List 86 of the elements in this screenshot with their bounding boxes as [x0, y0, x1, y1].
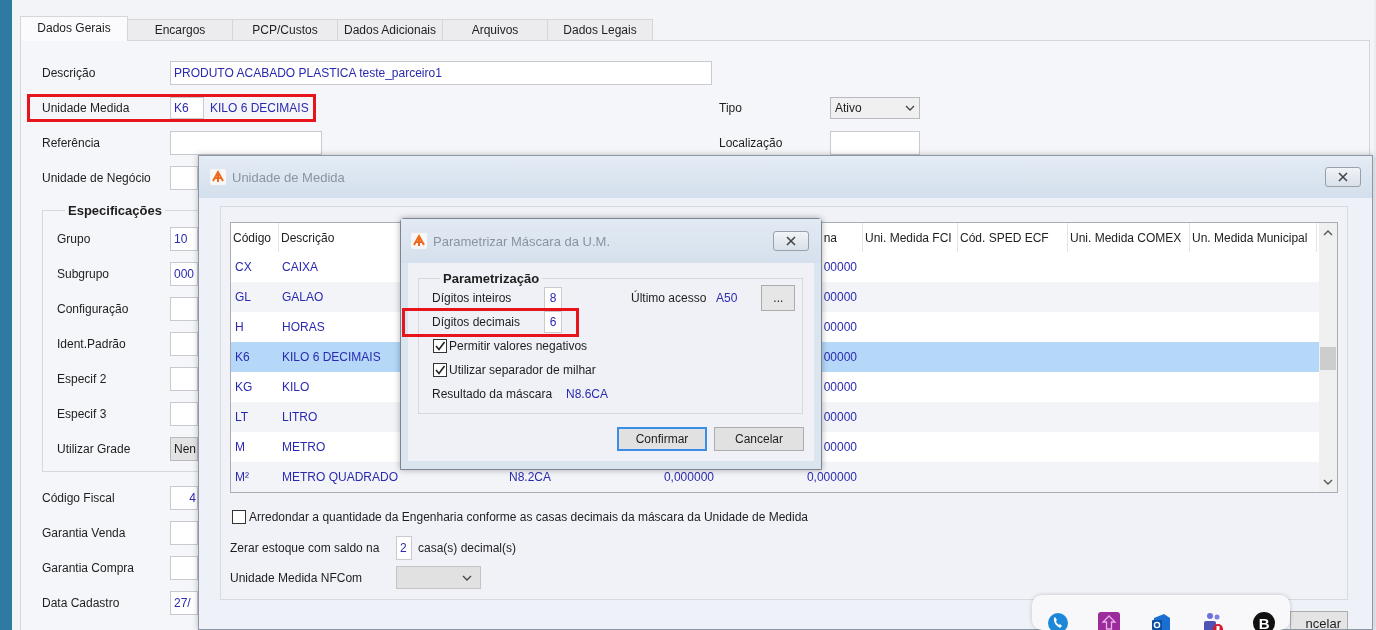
input-field[interactable]: 4: [170, 485, 198, 510]
field-label: Especif 2: [57, 371, 108, 386]
dialog-button[interactable]: Cancelar: [714, 427, 804, 451]
group-title: Parametrização: [442, 271, 541, 286]
table-cell[interactable]: H: [235, 320, 244, 334]
table-cell[interactable]: GALAO: [282, 290, 324, 304]
input-field[interactable]: 8: [544, 287, 562, 309]
table-cell[interactable]: 00000: [823, 320, 857, 334]
column-header[interactable]: Uni. Medida FCI: [863, 223, 958, 252]
field-label: Unidade de Negócio: [42, 170, 152, 185]
tab[interactable]: Dados Legais: [547, 19, 653, 40]
tab[interactable]: Arquivos: [442, 19, 548, 40]
input-field[interactable]: 6: [544, 311, 562, 333]
checkbox-label: Arredondar a quantidade da Engenharia conforme as casas decimais da máscara da Unidade de Medida: [249, 510, 808, 524]
column-header[interactable]: Un. Medida Municipal: [1190, 223, 1317, 252]
table-cell[interactable]: N8.2CA: [509, 470, 552, 484]
tab[interactable]: Encargos: [127, 19, 233, 40]
table-cell[interactable]: KILO: [282, 380, 310, 394]
table-cell[interactable]: 00000: [823, 440, 857, 454]
field-label: Código Fiscal: [42, 490, 116, 505]
input-field[interactable]: PRODUTO ACABADO PLASTICA teste_parceiro1: [170, 60, 712, 85]
field-label: Garantia Compra: [42, 560, 136, 575]
input-field[interactable]: 2: [396, 536, 412, 560]
table-cell[interactable]: 0,000000: [663, 470, 714, 484]
input-field[interactable]: 000: [170, 261, 198, 286]
field-label: Tipo: [719, 100, 743, 115]
table-cell[interactable]: CX: [235, 260, 252, 274]
field-label: Resultado da máscara: [432, 387, 554, 401]
browse-button[interactable]: ...: [761, 285, 796, 311]
table-cell[interactable]: LITRO: [282, 410, 318, 424]
field-value: A50: [716, 291, 738, 305]
table-cell[interactable]: 00000: [823, 290, 857, 304]
table-cell[interactable]: METRO QUADRADO: [282, 470, 398, 484]
field-label: Último acesso: [631, 291, 708, 305]
table-cell[interactable]: KG: [235, 380, 253, 394]
tab[interactable]: Dados Gerais: [20, 16, 128, 41]
column-header[interactable]: Código: [231, 223, 279, 252]
table-cell[interactable]: LT: [235, 410, 249, 424]
table-cell[interactable]: METRO: [282, 440, 326, 454]
table-cell[interactable]: HORAS: [282, 320, 325, 334]
cancel-button[interactable]: ncelar: [1290, 611, 1348, 629]
field-label: Subgrupo: [57, 266, 111, 281]
column-header[interactable]: Uni. Medida COMEX: [1068, 223, 1190, 252]
field-label: casa(s) decimal(s): [418, 541, 516, 555]
table-cell[interactable]: CAIXA: [282, 260, 318, 274]
field-label: Utilizar Grade: [57, 441, 132, 456]
checkbox-label: Utilizar separador de milhar: [449, 363, 596, 377]
table-cell[interactable]: M²: [235, 470, 249, 484]
table-cell[interactable]: K6: [235, 350, 250, 364]
table-cell[interactable]: GL: [235, 290, 251, 304]
field-label: Unidade Medida NFCom: [230, 570, 364, 585]
table-cell[interactable]: 00000: [823, 410, 857, 424]
table-cell[interactable]: 0,000000: [806, 470, 857, 484]
checkbox-label: Permitir valores negativos: [449, 339, 588, 353]
input-field[interactable]: K6: [170, 96, 204, 119]
field-label: Zerar estoque com saldo na: [230, 541, 381, 555]
dropdown[interactable]: Nen: [170, 436, 198, 461]
unit-description: KILO 6 DECIMAIS: [210, 100, 309, 115]
table-cell[interactable]: 00000: [823, 380, 857, 394]
dialog-button[interactable]: Confirmar: [617, 427, 707, 451]
field-label: Localização: [719, 135, 784, 150]
input-field[interactable]: 27/: [170, 590, 198, 615]
field-label: Dígitos decimais: [432, 315, 522, 329]
field-label: Configuração: [57, 301, 130, 316]
table-cell[interactable]: 00000: [823, 350, 857, 364]
table-cell[interactable]: 00000: [823, 260, 857, 274]
field-label: Unidade Medida: [42, 100, 131, 115]
field-value: N8.6CA: [566, 387, 609, 401]
dropdown[interactable]: Ativo: [830, 96, 920, 119]
input-field[interactable]: 10: [170, 226, 198, 251]
window-title: Unidade de Medida: [232, 169, 345, 185]
table-cell[interactable]: KILO 6 DECIMAIS: [282, 350, 381, 364]
field-label: Descrição: [42, 65, 97, 80]
letter-icon[interactable]: B: [1253, 612, 1276, 630]
field-label: Grupo: [57, 231, 92, 246]
group-title: Especificações: [67, 203, 163, 218]
field-label: Data Cadastro: [42, 595, 121, 610]
column-header[interactable]: Cód. SPED ECF: [958, 223, 1068, 252]
table-cell[interactable]: M: [235, 440, 245, 454]
field-label: Especif 3: [57, 406, 108, 421]
field-label: Dígitos inteiros: [432, 291, 513, 305]
tab[interactable]: Dados Adicionais: [337, 19, 443, 40]
field-label: Referência: [42, 135, 102, 150]
field-label: Garantia Venda: [42, 525, 127, 540]
field-label: Ident.Padrão: [57, 336, 127, 351]
tab[interactable]: PCP/Custos: [232, 19, 338, 40]
